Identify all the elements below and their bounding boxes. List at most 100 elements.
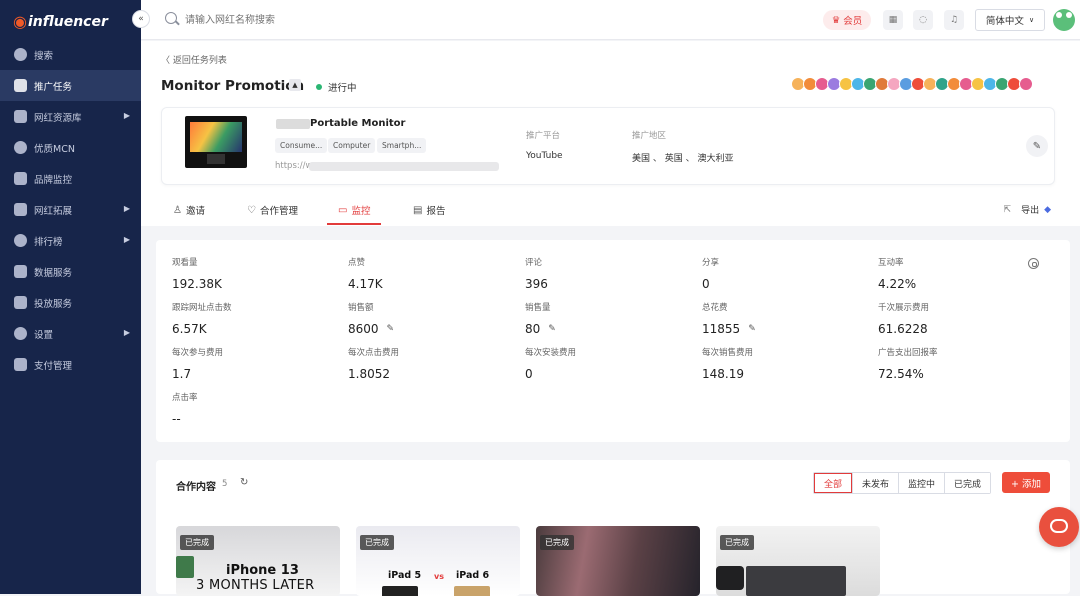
- tab-label: 邀请: [185, 206, 205, 217]
- message-button[interactable]: ◌: [913, 10, 933, 30]
- product-name: Portable Monitor: [310, 118, 406, 129]
- stat-value-row: 0: [702, 277, 872, 291]
- stat-value-row: 148.19: [702, 367, 872, 381]
- search-input[interactable]: [185, 11, 485, 29]
- tab-label: 合作管理: [259, 206, 298, 217]
- sidebar-nav: 搜索推广任务 网红资源库 ▶ 优质MCN 品牌监控网红拓展 ▶ 排行榜 ▶ 数据服务投放服务设置…: [0, 39, 141, 380]
- region-value: 美国 、 英国 、 澳大利亚: [632, 154, 734, 164]
- product-image: [185, 116, 247, 168]
- grid-button[interactable]: ▦: [883, 10, 903, 30]
- filter-all[interactable]: 全部: [814, 473, 853, 493]
- influencer-avatar[interactable]: [1019, 77, 1033, 91]
- stat-item: 每次销售费用 148.19: [702, 346, 872, 381]
- stat-label: 互动率: [878, 258, 904, 268]
- product-url-blurred: [309, 162, 499, 171]
- stat-value: 4.17K: [348, 277, 383, 291]
- sidebar-item[interactable]: 投放服务: [0, 287, 141, 318]
- chevron-right-icon: ▶: [123, 204, 130, 213]
- stat-label: 每次参与费用: [172, 348, 224, 358]
- sidebar-item[interactable]: 支付管理: [0, 349, 141, 380]
- tab-report[interactable]: ▤ 报告: [413, 203, 445, 218]
- sidebar-item-label: 排行榜: [34, 236, 63, 248]
- add-content-button[interactable]: + 添加: [1002, 472, 1050, 493]
- sidebar-item-label: 搜索: [34, 50, 54, 62]
- stat-item: 广告支出回报率 72.54%: [878, 346, 1048, 381]
- chevron-right-icon: ▶: [123, 235, 130, 244]
- edit-pencil-icon[interactable]: ✎: [748, 324, 756, 334]
- sidebar-item[interactable]: 品牌监控: [0, 163, 141, 194]
- vip-label: 会员: [843, 16, 863, 27]
- content-card[interactable]: 已完成: [716, 526, 880, 596]
- shield-icon: [14, 172, 27, 185]
- gear-icon: [14, 327, 27, 340]
- stat-item: 互动率 4.22%: [878, 256, 1048, 291]
- filter-completed[interactable]: 已完成: [944, 473, 991, 493]
- topbar: ♛会员 ▦ ◌ ♫ 简体中文 ∨: [141, 0, 1080, 40]
- stat-value: 72.54%: [878, 367, 924, 381]
- collapse-sidebar-button[interactable]: «: [132, 10, 150, 28]
- sidebar-item[interactable]: 网红拓展 ▶: [0, 194, 141, 225]
- grid-icon: ▦: [888, 15, 898, 25]
- language-select[interactable]: 简体中文 ∨: [975, 9, 1045, 31]
- logo-mark-icon: ◉: [13, 12, 27, 31]
- tab-invite[interactable]: ♙ 邀请: [173, 203, 205, 218]
- refresh-icon[interactable]: ↻: [240, 477, 248, 488]
- filter-unpublished[interactable]: 未发布: [852, 473, 899, 493]
- stat-value: 192.38K: [172, 277, 222, 291]
- content-card[interactable]: 已完成 iPad 5 vs iPad 6: [356, 526, 520, 596]
- tab-cooperation[interactable]: ♡ 合作管理: [247, 203, 298, 218]
- stat-label: 每次安装费用: [525, 348, 577, 358]
- app-logo[interactable]: ◉ influencer: [13, 12, 108, 31]
- stat-value-row: 6.57K: [172, 322, 342, 336]
- status-dot-icon: [316, 84, 322, 90]
- sidebar-item[interactable]: 排行榜 ▶: [0, 225, 141, 256]
- stat-value: 0: [525, 367, 533, 381]
- export-label: 导出: [1021, 206, 1040, 216]
- sidebar-item-label: 投放服务: [34, 298, 73, 310]
- region-label: 推广地区: [632, 131, 667, 141]
- stat-label: 点赞: [348, 258, 366, 268]
- sidebar-item-label: 品牌监控: [34, 174, 73, 186]
- edit-product-button[interactable]: ✎: [1026, 135, 1048, 157]
- export-button[interactable]: ⇱ 导出 ◆: [1004, 203, 1051, 217]
- sidebar-item[interactable]: 网红资源库 ▶: [0, 101, 141, 132]
- stat-value-row: 80 ✎: [525, 322, 695, 336]
- user-avatar[interactable]: [1053, 9, 1075, 31]
- content-card[interactable]: 已完成 iPhone 13 3 MONTHS LATER: [176, 526, 340, 596]
- stat-item: 总花费 11855 ✎: [702, 301, 872, 336]
- sidebar-item[interactable]: 搜索: [0, 39, 141, 70]
- notification-button[interactable]: ♫: [944, 10, 964, 30]
- edit-pencil-icon[interactable]: ✎: [548, 324, 556, 334]
- cooperation-section: 合作内容 5 ↻ 全部 未发布 监控中 已完成 + 添加 已完成 iPhone …: [156, 460, 1070, 596]
- sidebar-item[interactable]: 优质MCN: [0, 132, 141, 163]
- back-to-task-list-link[interactable]: 〈 返回任务列表: [161, 53, 227, 66]
- chat-support-button[interactable]: [1039, 507, 1079, 547]
- sidebar-item-label: 设置: [34, 329, 54, 341]
- content-card[interactable]: 已完成: [536, 526, 700, 596]
- status-badge: 已完成: [540, 535, 574, 550]
- edit-pencil-icon[interactable]: ✎: [387, 324, 395, 334]
- crown-icon: ♛: [831, 14, 841, 26]
- vip-button[interactable]: ♛ 会员: [823, 10, 871, 30]
- filter-monitoring[interactable]: 监控中: [898, 473, 945, 493]
- stat-value: --: [172, 412, 181, 426]
- sidebar-item[interactable]: 设置 ▶: [0, 318, 141, 349]
- thumbnail-device: [382, 586, 418, 596]
- collapse-toggle-button[interactable]: ▲: [289, 79, 301, 91]
- sidebar-item[interactable]: 推广任务: [0, 70, 141, 101]
- sidebar-item-label: 优质MCN: [34, 143, 75, 155]
- thumbnail-vs: vs: [434, 572, 444, 581]
- product-url[interactable]: https://w: [275, 161, 312, 171]
- stat-item: 点赞 4.17K: [348, 256, 518, 291]
- stat-item: 千次展示费用 61.6228: [878, 301, 1048, 336]
- stat-value-row: 1.7: [172, 367, 342, 381]
- language-label: 简体中文: [985, 16, 1024, 27]
- stat-value: 396: [525, 277, 548, 291]
- chat-icon: ◌: [919, 15, 927, 25]
- stat-value: 8600: [348, 322, 379, 336]
- thumbnail-title: iPhone 13: [226, 563, 299, 578]
- influencer-avatar-group[interactable]: [791, 77, 1033, 91]
- stat-label: 每次销售费用: [702, 348, 754, 358]
- tab-monitor[interactable]: ▭ 监控: [338, 203, 370, 218]
- sidebar-item[interactable]: 数据服务: [0, 256, 141, 287]
